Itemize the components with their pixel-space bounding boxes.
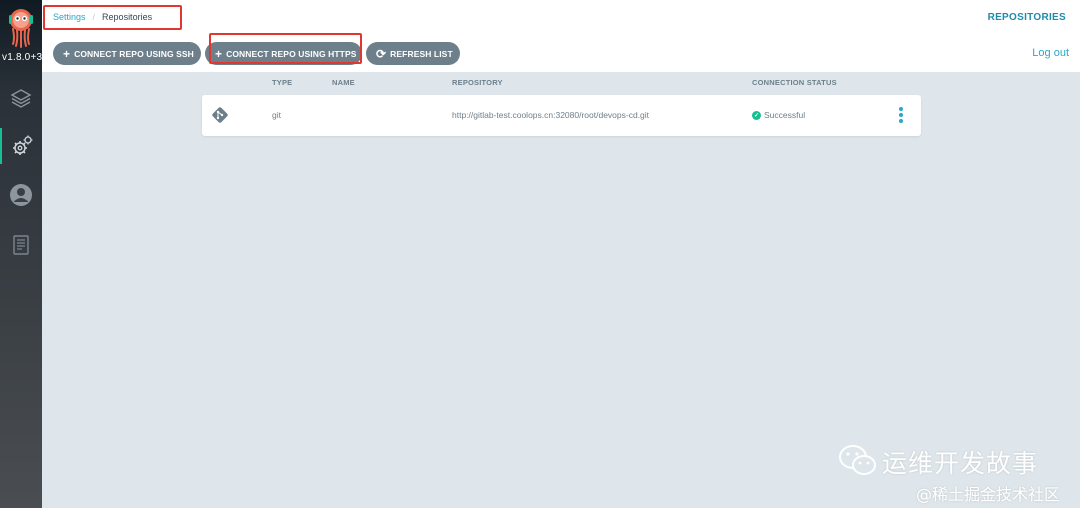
logout-link[interactable]: Log out: [1032, 47, 1069, 59]
version-label: v1.8.0+3: [2, 52, 43, 63]
connect-ssh-label: CONNECT REPO USING SSH: [74, 48, 194, 59]
refresh-list-label: REFRESH LIST: [390, 48, 453, 59]
wechat-icon: [839, 445, 876, 475]
docs-icon: [13, 235, 29, 255]
highlight-box-https: [209, 33, 362, 64]
layers-icon: [10, 89, 32, 108]
watermark-title: 运维开发故事: [882, 449, 1039, 478]
sidebar-item-settings[interactable]: [0, 128, 42, 164]
repo-type: git: [272, 110, 281, 120]
column-header-connection-status: CONNECTION STATUS: [752, 78, 837, 87]
check-circle-icon: ✓: [752, 110, 761, 120]
plus-icon: +: [63, 46, 71, 61]
refresh-icon: ⟳: [376, 46, 387, 61]
refresh-list-button[interactable]: ⟳ REFRESH LIST: [366, 42, 460, 65]
sidebar-item-docs[interactable]: [0, 227, 42, 263]
column-header-type: TYPE: [272, 78, 293, 87]
watermark-subtitle: @稀土掘金技术社区: [916, 485, 1061, 504]
table-header: TYPE NAME REPOSITORY CONNECTION STATUS: [0, 78, 1080, 90]
column-header-name: NAME: [332, 78, 355, 87]
highlight-box-breadcrumb: [43, 5, 182, 30]
connection-status-label: Successful: [764, 110, 806, 120]
row-actions-menu-icon[interactable]: [898, 107, 904, 123]
connect-ssh-button[interactable]: + CONNECT REPO USING SSH: [53, 42, 201, 65]
user-icon: [10, 184, 32, 206]
page-title: REPOSITORIES: [987, 12, 1066, 23]
argo-logo[interactable]: [5, 6, 37, 50]
sidebar-item-user-info[interactable]: [0, 177, 42, 213]
sidebar: v1.8.0+3: [0, 0, 42, 508]
gear-icon: [13, 135, 33, 155]
column-header-repository: REPOSITORY: [452, 78, 503, 87]
table-row[interactable]: git http://gitlab-test.coolops.cn:32080/…: [202, 95, 921, 136]
git-icon: [212, 107, 228, 123]
connection-status: ✓ Successful: [752, 110, 805, 120]
repo-url: http://gitlab-test.coolops.cn:32080/root…: [452, 110, 650, 120]
